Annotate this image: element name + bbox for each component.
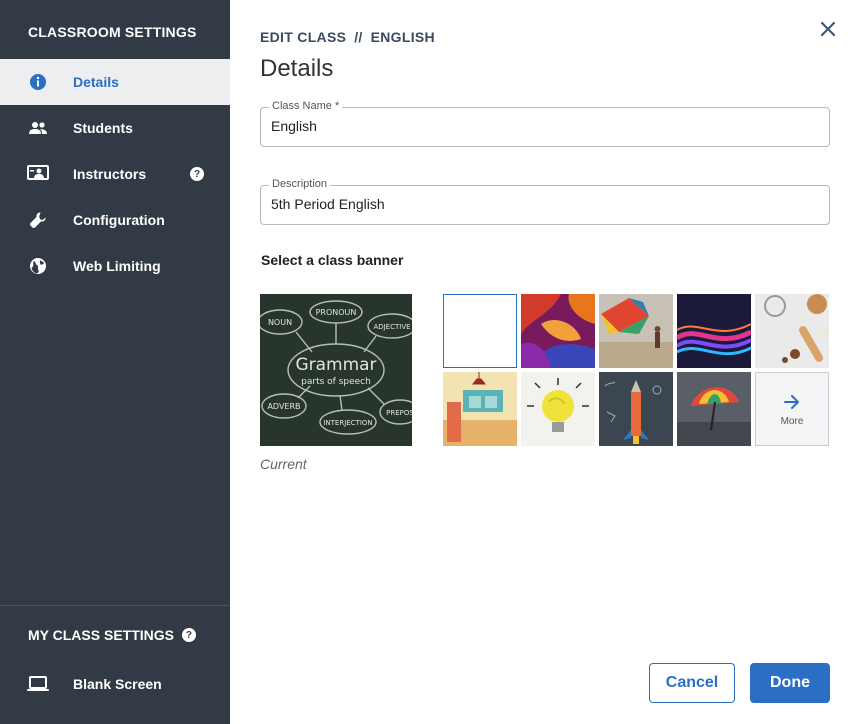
sidebar-title: CLASSROOM SETTINGS: [28, 24, 197, 40]
breadcrumb-edit-class: EDIT CLASS: [260, 29, 347, 45]
banner-option-kitchen-room[interactable]: [443, 372, 517, 446]
description-input[interactable]: [271, 196, 816, 212]
banner-option-kite-beach[interactable]: [599, 294, 673, 368]
banner-option-abstract-color[interactable]: [521, 294, 595, 368]
sidebar-item-label: Web Limiting: [73, 258, 161, 274]
current-banner-image: Grammar parts of speech NOUN PRONOUN ADJ…: [260, 294, 412, 446]
sidebar: CLASSROOM SETTINGS Details Students Inst…: [0, 0, 230, 724]
description-field: Description: [260, 178, 830, 225]
laptop-icon: [27, 673, 49, 695]
sidebar-item-label: Configuration: [73, 212, 165, 228]
sidebar-item-details[interactable]: Details: [0, 59, 230, 105]
done-button[interactable]: Done: [750, 663, 830, 703]
class-name-label: Class Name *: [269, 100, 343, 112]
banner-option-blank[interactable]: [443, 294, 517, 368]
wrench-icon: [27, 209, 49, 231]
breadcrumb: EDIT CLASS // ENGLISH: [260, 29, 435, 45]
banner-option-pencil-rocket[interactable]: [599, 372, 673, 446]
description-label: Description: [269, 178, 331, 190]
class-name-input[interactable]: [271, 118, 816, 134]
banner-word-adverb: ADVERB: [267, 402, 300, 411]
globe-icon: [27, 255, 49, 277]
banner-word-parts-of-speech: parts of speech: [301, 377, 371, 387]
close-icon: [820, 21, 836, 37]
breadcrumb-class-name: ENGLISH: [370, 29, 435, 45]
sidebar-item-label: Blank Screen: [73, 676, 162, 692]
people-icon: [27, 117, 49, 139]
banner-option-light-waves[interactable]: [677, 294, 751, 368]
sidebar-item-blank-screen[interactable]: Blank Screen: [0, 661, 230, 707]
banner-section-label: Select a class banner: [261, 252, 404, 268]
page-title: Details: [260, 55, 334, 82]
help-icon[interactable]: ?: [190, 167, 204, 181]
more-banners-button[interactable]: More: [755, 372, 829, 446]
banner-word-adjective: ADJECTIVE: [373, 323, 410, 331]
banner-option-lightbulb[interactable]: [521, 372, 595, 446]
banner-word-prepos: PREPOS: [386, 409, 412, 417]
breadcrumb-separator: //: [354, 29, 363, 45]
more-label: More: [780, 415, 804, 427]
help-icon[interactable]: ?: [181, 628, 196, 642]
banner-word-pronoun: PRONOUN: [316, 308, 357, 317]
my-class-settings-heading: MY CLASS SETTINGS ?: [28, 627, 196, 643]
sidebar-item-web-limiting[interactable]: Web Limiting: [0, 243, 230, 289]
banner-word-noun: NOUN: [268, 318, 292, 327]
my-class-settings-label: MY CLASS SETTINGS: [28, 627, 174, 643]
sidebar-nav: Details Students Instructors ? Configura…: [0, 59, 230, 289]
sidebar-item-label: Instructors: [73, 166, 147, 182]
sidebar-item-label: Details: [73, 74, 119, 90]
sidebar-item-instructors[interactable]: Instructors ?: [0, 151, 230, 197]
cancel-button[interactable]: Cancel: [649, 663, 735, 703]
banner-option-rainbow-umbrella[interactable]: [677, 372, 751, 446]
class-name-field: Class Name *: [260, 100, 830, 147]
sidebar-item-students[interactable]: Students: [0, 105, 230, 151]
info-icon: [27, 71, 49, 93]
banner-option-baking[interactable]: [755, 294, 829, 368]
instructor-icon: [27, 163, 49, 185]
sidebar-divider: [0, 605, 230, 606]
sidebar-item-configuration[interactable]: Configuration: [0, 197, 230, 243]
arrow-right-icon: [784, 394, 799, 409]
sidebar-item-label: Students: [73, 120, 133, 136]
banner-word-grammar: Grammar: [295, 355, 376, 375]
banner-word-interjection: INTERJECTION: [323, 419, 372, 427]
current-banner-caption: Current: [260, 456, 307, 472]
close-button[interactable]: [817, 18, 839, 40]
